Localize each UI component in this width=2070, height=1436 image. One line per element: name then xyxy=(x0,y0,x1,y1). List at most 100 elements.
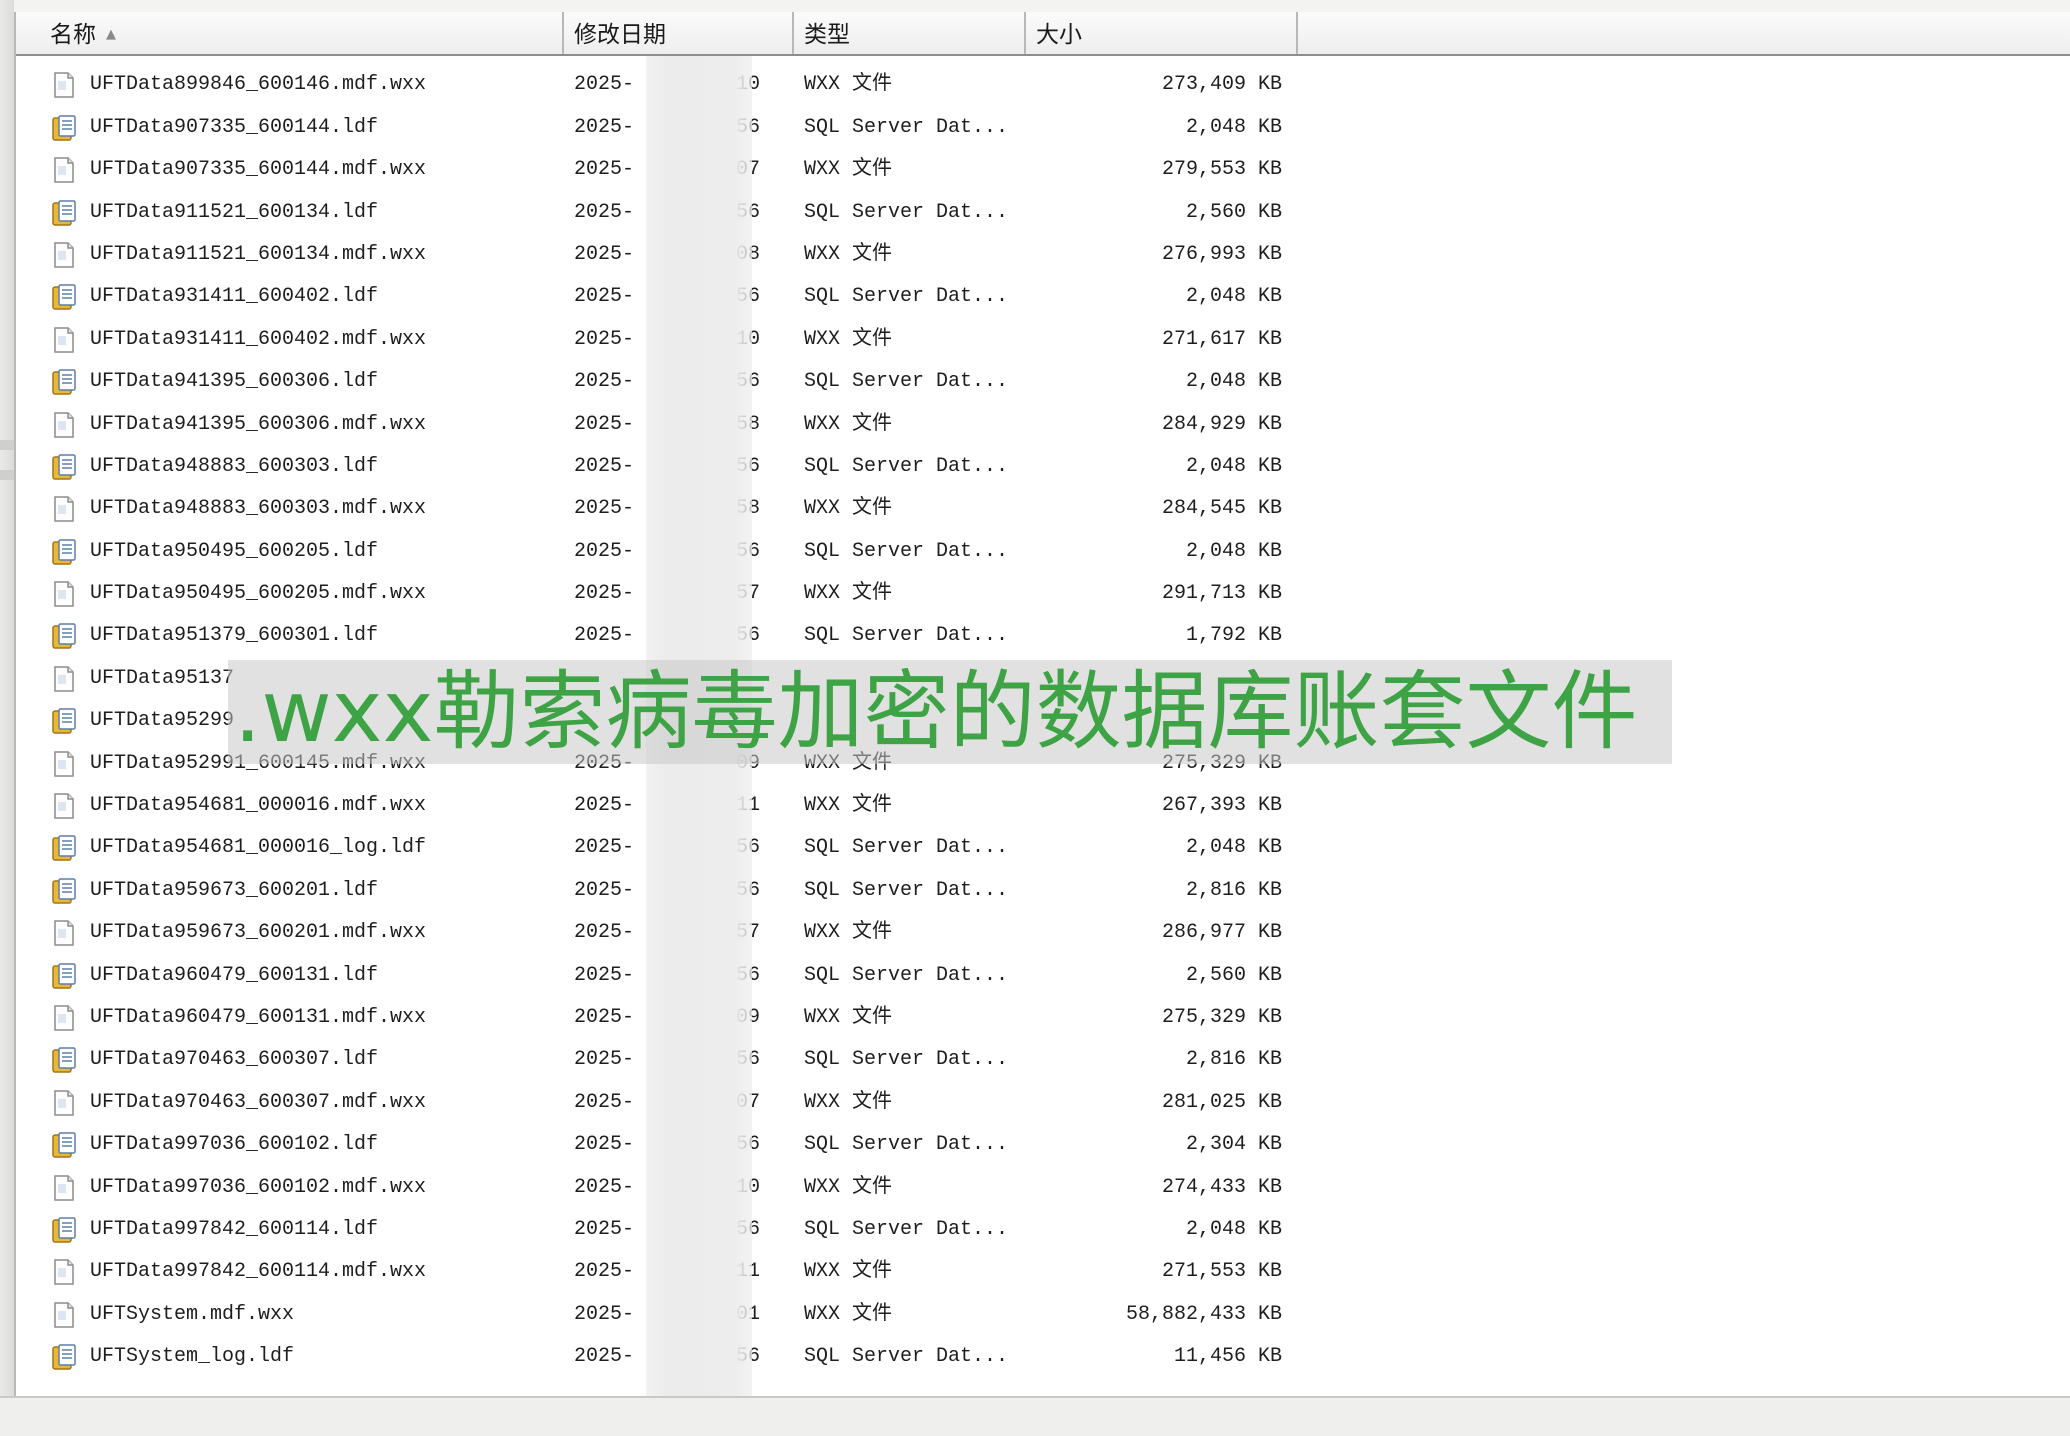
sql-log-file-icon xyxy=(52,538,76,565)
file-name: UFTData954681_000016_log.ldf xyxy=(90,836,427,860)
generic-file-icon xyxy=(52,72,76,99)
file-row[interactable]: UFTData997036_600102.ldf2025-56SQL Serve… xyxy=(16,1124,2070,1166)
file-row[interactable]: UFTData960479_600131.mdf.wxx2025-09WXX 文… xyxy=(16,997,2070,1039)
file-row[interactable]: UFTData960479_600131.ldf2025-56SQL Serve… xyxy=(16,955,2070,997)
file-row[interactable]: UFTData911521_600134.ldf2025-56SQL Serve… xyxy=(16,192,2070,234)
file-size: 2,560 KB xyxy=(1185,963,1282,987)
file-type: WXX 文件 xyxy=(804,497,893,521)
caption-overlay: .wxx勒索病毒加密的数据库账套文件 xyxy=(228,660,1672,764)
file-name: UFTData970463_600307.ldf xyxy=(90,1048,379,1072)
file-row[interactable]: UFTData931411_600402.ldf2025-56SQL Serve… xyxy=(16,276,2070,318)
file-row[interactable]: UFTData950495_600205.ldf2025-56SQL Serve… xyxy=(16,531,2070,573)
file-type: WXX 文件 xyxy=(804,1090,893,1114)
file-row[interactable]: UFTData911521_600134.mdf.wxx2025-08WXX 文… xyxy=(16,234,2070,276)
file-row[interactable]: UFTData970463_600307.ldf2025-56SQL Serve… xyxy=(16,1039,2070,1081)
file-size: 276,993 KB xyxy=(1161,242,1282,266)
bottom-window-edge xyxy=(0,1396,2070,1436)
file-size: 2,048 KB xyxy=(1185,115,1282,139)
file-row[interactable]: UFTSystem_log.ldf2025-56SQL Server Dat..… xyxy=(16,1336,2070,1378)
file-type: SQL Server Dat... xyxy=(804,1048,1009,1072)
column-header-name[interactable]: 名称 ▲ xyxy=(16,12,564,54)
file-row[interactable]: UFTData941395_600306.ldf2025-56SQL Serve… xyxy=(16,361,2070,403)
file-row[interactable]: UFTData950495_600205.mdf.wxx2025-57WXX 文… xyxy=(16,573,2070,615)
file-type: SQL Server Dat... xyxy=(804,370,1009,394)
file-row[interactable]: UFTData997842_600114.mdf.wxx2025-11WXX 文… xyxy=(16,1251,2070,1293)
sql-log-file-icon xyxy=(52,623,76,650)
file-type: WXX 文件 xyxy=(804,327,893,351)
file-row[interactable]: UFTData997036_600102.mdf.wxx2025-10WXX 文… xyxy=(16,1167,2070,1209)
caption-text: .wxx勒索病毒加密的数据库账套文件 xyxy=(234,662,1638,762)
sort-ascending-icon: ▲ xyxy=(106,27,116,42)
column-header-bar: 名称 ▲ 修改日期 类型 大小 xyxy=(16,12,2070,56)
generic-file-icon xyxy=(52,1301,76,1328)
file-size: 2,304 KB xyxy=(1185,1133,1282,1157)
file-row[interactable]: UFTData948883_600303.mdf.wxx2025-58WXX 文… xyxy=(16,488,2070,530)
file-size: 275,329 KB xyxy=(1161,1005,1282,1029)
file-row[interactable]: UFTData941395_600306.mdf.wxx2025-58WXX 文… xyxy=(16,404,2070,446)
left-window-edge xyxy=(0,0,14,1436)
file-row[interactable]: UFTData948883_600303.ldf2025-56SQL Serve… xyxy=(16,446,2070,488)
file-row[interactable]: UFTSystem.mdf.wxx2025-01WXX 文件58,882,433… xyxy=(16,1294,2070,1336)
file-name: UFTData907335_600144.ldf xyxy=(90,115,379,139)
file-size: 2,560 KB xyxy=(1185,200,1282,224)
file-name: UFTData997842_600114.mdf.wxx xyxy=(90,1260,427,1284)
file-name: UFTData911521_600134.mdf.wxx xyxy=(90,242,427,266)
column-header-size[interactable]: 大小 xyxy=(1026,12,1298,54)
column-header-type[interactable]: 类型 xyxy=(794,12,1026,54)
file-size: 286,977 KB xyxy=(1161,921,1282,945)
file-name: UFTSystem_log.ldf xyxy=(90,1345,295,1369)
file-row[interactable]: UFTData959673_600201.mdf.wxx2025-57WXX 文… xyxy=(16,912,2070,954)
file-name: UFTData959673_600201.mdf.wxx xyxy=(90,921,427,945)
file-name: UFTData941395_600306.mdf.wxx xyxy=(90,412,427,436)
file-type: WXX 文件 xyxy=(804,1260,893,1284)
file-type: WXX 文件 xyxy=(804,1302,893,1326)
sql-log-file-icon xyxy=(52,835,76,862)
file-row[interactable]: UFTData907335_600144.mdf.wxx2025-07WXX 文… xyxy=(16,149,2070,191)
file-type: SQL Server Dat... xyxy=(804,56,1008,64)
file-size: 271,617 KB xyxy=(1161,327,1282,351)
file-name: UFTSystem.mdf.wxx xyxy=(90,1302,295,1326)
file-size: 284,545 KB xyxy=(1161,497,1282,521)
file-size: 1,792 KB xyxy=(1185,624,1282,648)
file-type: SQL Server Dat... xyxy=(804,624,1009,648)
sql-log-file-icon xyxy=(52,454,76,480)
file-name: UFTData997036_600102.mdf.wxx xyxy=(90,1175,427,1199)
file-row[interactable]: UFTData997842_600114.ldf2025-56SQL Serve… xyxy=(16,1209,2070,1251)
file-row[interactable]: UFTData954681_000016.mdf.wxx2025-11WXX 文… xyxy=(16,785,2070,827)
file-row[interactable]: UFTData907335_600144.ldf2025-56SQL Serve… xyxy=(16,107,2070,149)
column-header-date[interactable]: 修改日期 xyxy=(564,12,794,54)
file-name: UFTData899846_600146.ldf xyxy=(90,56,378,64)
file-size: 2,048 KB xyxy=(1185,539,1282,563)
file-row[interactable]: UFTData970463_600307.mdf.wxx2025-07WXX 文… xyxy=(16,1082,2070,1124)
sql-log-file-icon xyxy=(52,115,76,141)
file-row[interactable]: UFTData899846_600146.mdf.wxx2025-10WXX 文… xyxy=(16,64,2070,106)
file-name: UFTData95137 xyxy=(90,666,235,690)
generic-file-icon xyxy=(52,793,76,819)
generic-file-icon xyxy=(52,666,76,692)
file-row[interactable]: UFTData899846_600146.ldf2025-56SQL Serve… xyxy=(16,56,2070,64)
file-name: UFTData954681_000016.mdf.wxx xyxy=(90,794,427,818)
generic-file-icon xyxy=(52,157,76,183)
file-size: 2,048 KB xyxy=(1056,56,1282,64)
file-row[interactable]: UFTData931411_600402.mdf.wxx2025-10WXX 文… xyxy=(16,319,2070,361)
file-type: WXX 文件 xyxy=(804,242,893,266)
column-header-name-label: 名称 xyxy=(50,22,96,48)
file-type: SQL Server Dat... xyxy=(804,285,1009,309)
file-name: UFTData931411_600402.ldf xyxy=(90,285,379,309)
sql-log-file-icon xyxy=(52,1344,76,1370)
file-size: 267,393 KB xyxy=(1161,794,1282,818)
file-type: SQL Server Dat... xyxy=(804,963,1009,987)
file-size: 273,409 KB xyxy=(1161,73,1282,97)
file-row[interactable]: UFTData951379_600301.ldf2025-56SQL Serve… xyxy=(16,615,2070,657)
file-name: UFTData950495_600205.mdf.wxx xyxy=(90,582,427,606)
file-size: 279,553 KB xyxy=(1161,158,1282,182)
file-name: UFTData948883_600303.ldf xyxy=(90,454,379,478)
file-row[interactable]: UFTData959673_600201.ldf2025-56SQL Serve… xyxy=(16,870,2070,912)
sql-log-file-icon xyxy=(52,878,76,904)
file-size: 274,433 KB xyxy=(1161,1175,1282,1199)
file-row[interactable]: UFTData954681_000016_log.ldf2025-56SQL S… xyxy=(16,827,2070,869)
file-type: SQL Server Dat... xyxy=(804,115,1009,139)
generic-file-icon xyxy=(52,1259,76,1286)
file-type: WXX 文件 xyxy=(804,1175,893,1199)
file-name: UFTData960479_600131.mdf.wxx xyxy=(90,1005,427,1029)
